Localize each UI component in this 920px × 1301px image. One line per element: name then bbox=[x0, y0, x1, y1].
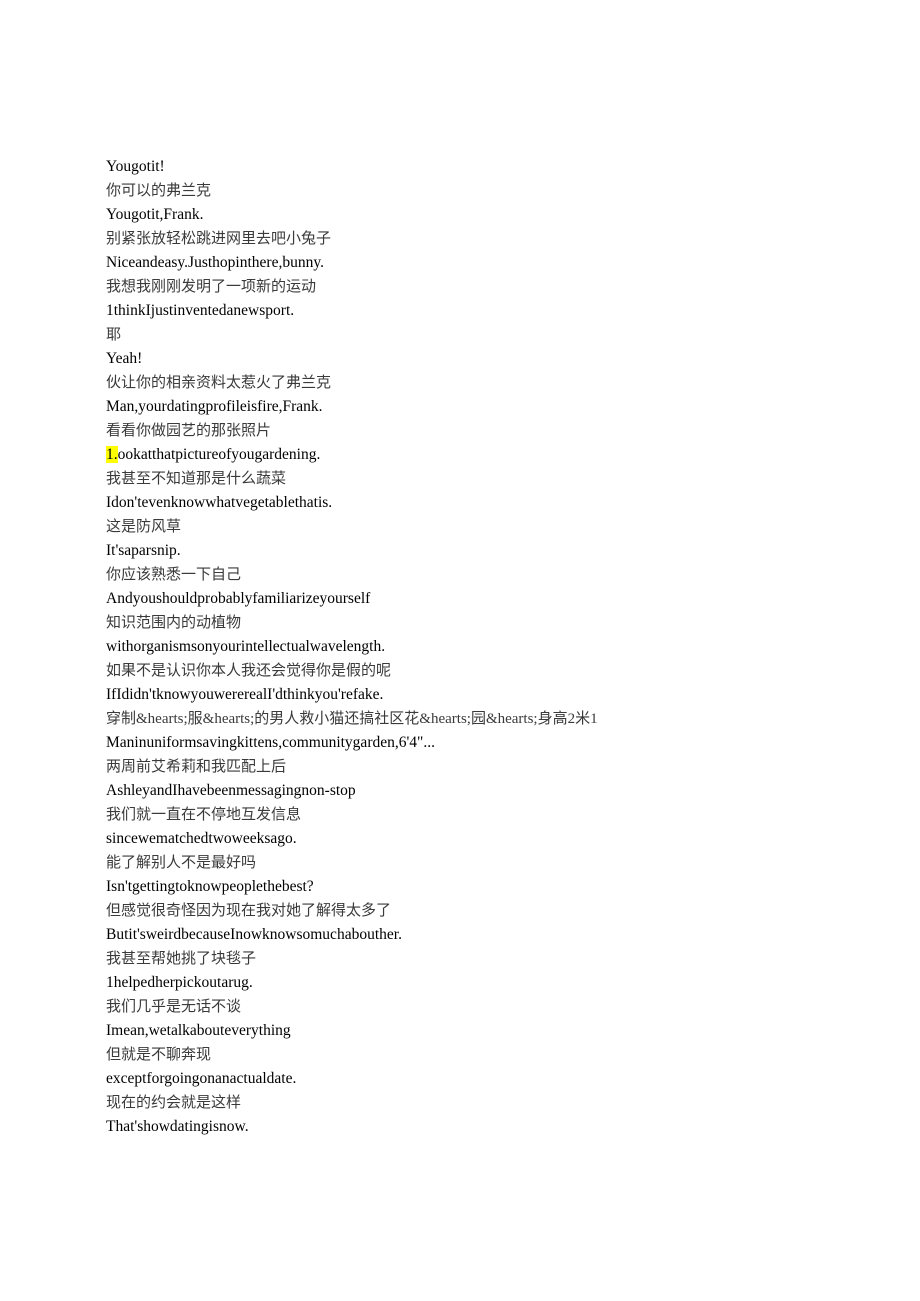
subtitle-line-english: Niceandeasy.Justhopinthere,bunny. bbox=[106, 254, 324, 271]
subtitle-line-text: ookatthatpictureofyougardening. bbox=[117, 446, 321, 463]
subtitle-line-chinese: 看看你做园艺的那张照片 bbox=[106, 423, 272, 439]
subtitle-line-english: 1thinkIjustinventedanewsport. bbox=[106, 302, 295, 319]
subtitle-line-english: Yougotit! bbox=[106, 158, 165, 175]
subtitle-line-english: Imean,wetalkabouteverything bbox=[106, 1022, 291, 1039]
subtitle-line-english: 1helpedherpickoutarug. bbox=[106, 974, 253, 991]
subtitle-line-chinese: 我甚至帮她挑了块毯子 bbox=[106, 951, 257, 967]
subtitle-line-english: exceptforgoingonanactualdate. bbox=[106, 1070, 297, 1087]
subtitle-line-english: Maninuniformsavingkittens,communitygarde… bbox=[106, 734, 435, 751]
subtitle-line-chinese: 但就是不聊奔现 bbox=[106, 1047, 212, 1063]
subtitle-line-chinese: 我想我刚刚发明了一项新的运动 bbox=[106, 279, 317, 295]
subtitle-line-english: 1.ookatthatpictureofyougardening. bbox=[106, 443, 866, 467]
subtitle-line-chinese: 能了解别人不是最好吗 bbox=[106, 855, 257, 871]
subtitle-line-english: withorganismsonyourintellectualwavelengt… bbox=[106, 638, 386, 655]
subtitle-line-chinese: 两周前艾希莉和我匹配上后 bbox=[106, 759, 287, 775]
subtitle-line-chinese: 但感觉很奇怪因为现在我对她了解得太多了 bbox=[106, 903, 392, 919]
subtitle-line-english: IfIdidn'tknowyouwererealI'dthinkyou'refa… bbox=[106, 686, 384, 703]
subtitle-line-chinese: 耶 bbox=[106, 327, 122, 343]
subtitle-line-english: Andyoushouldprobablyfamiliarizeyourself bbox=[106, 590, 371, 607]
subtitle-line-chinese: 穿制&hearts;服&hearts;的男人救小猫还搞社区花&hearts;园&… bbox=[106, 711, 598, 727]
subtitle-line-english: Yeah! bbox=[106, 350, 143, 367]
subtitle-line-english: Butit'sweirdbecauseInowknowsomuchabouthe… bbox=[106, 926, 402, 943]
transcript-body: Yougotit! 你可以的弗兰克 Yougotit,Frank. 别紧张放轻松跳进网… bbox=[106, 155, 866, 1139]
subtitle-line-chinese: 现在的约会就是这样 bbox=[106, 1095, 242, 1111]
subtitle-line-chinese: 你可以的弗兰克 bbox=[106, 183, 212, 199]
subtitle-line-english: AshleyandIhavebeenmessagingnon-stop bbox=[106, 782, 356, 799]
subtitle-line-english: Man,yourdatingprofileisfire,Frank. bbox=[106, 398, 323, 415]
subtitle-line-chinese: 如果不是认识你本人我还会觉得你是假的呢 bbox=[106, 663, 392, 679]
subtitle-line-english: sincewematchedtwoweeksago. bbox=[106, 830, 297, 847]
subtitle-line-english: That'showdatingisnow. bbox=[106, 1118, 249, 1135]
subtitle-line-chinese: 我们几乎是无话不谈 bbox=[106, 999, 242, 1015]
subtitle-line-english: Yougotit,Frank. bbox=[106, 206, 204, 223]
subtitle-line-chinese: 知识范围内的动植物 bbox=[106, 615, 242, 631]
subtitle-line-chinese: 你应该熟悉一下自己 bbox=[106, 567, 242, 583]
subtitle-line-english: Isn'tgettingtoknowpeoplethebest? bbox=[106, 878, 314, 895]
subtitle-line-chinese: 我甚至不知道那是什么蔬菜 bbox=[106, 471, 287, 487]
document-page: Yougotit! 你可以的弗兰克 Yougotit,Frank. 别紧张放轻松跳进网… bbox=[0, 0, 920, 1301]
subtitle-line-chinese: 别紧张放轻松跳进网里去吧小兔子 bbox=[106, 231, 332, 247]
subtitle-line-chinese: 伙让你的相亲资料太惹火了弗兰克 bbox=[106, 375, 332, 391]
subtitle-line-english: It'saparsnip. bbox=[106, 542, 181, 559]
subtitle-line-chinese: 我们就一直在不停地互发信息 bbox=[106, 807, 302, 823]
subtitle-line-chinese: 这是防风草 bbox=[106, 519, 182, 535]
subtitle-line-english: Idon'tevenknowwhatvegetablethatis. bbox=[106, 494, 333, 511]
highlighted-text-fragment: 1. bbox=[106, 446, 118, 463]
